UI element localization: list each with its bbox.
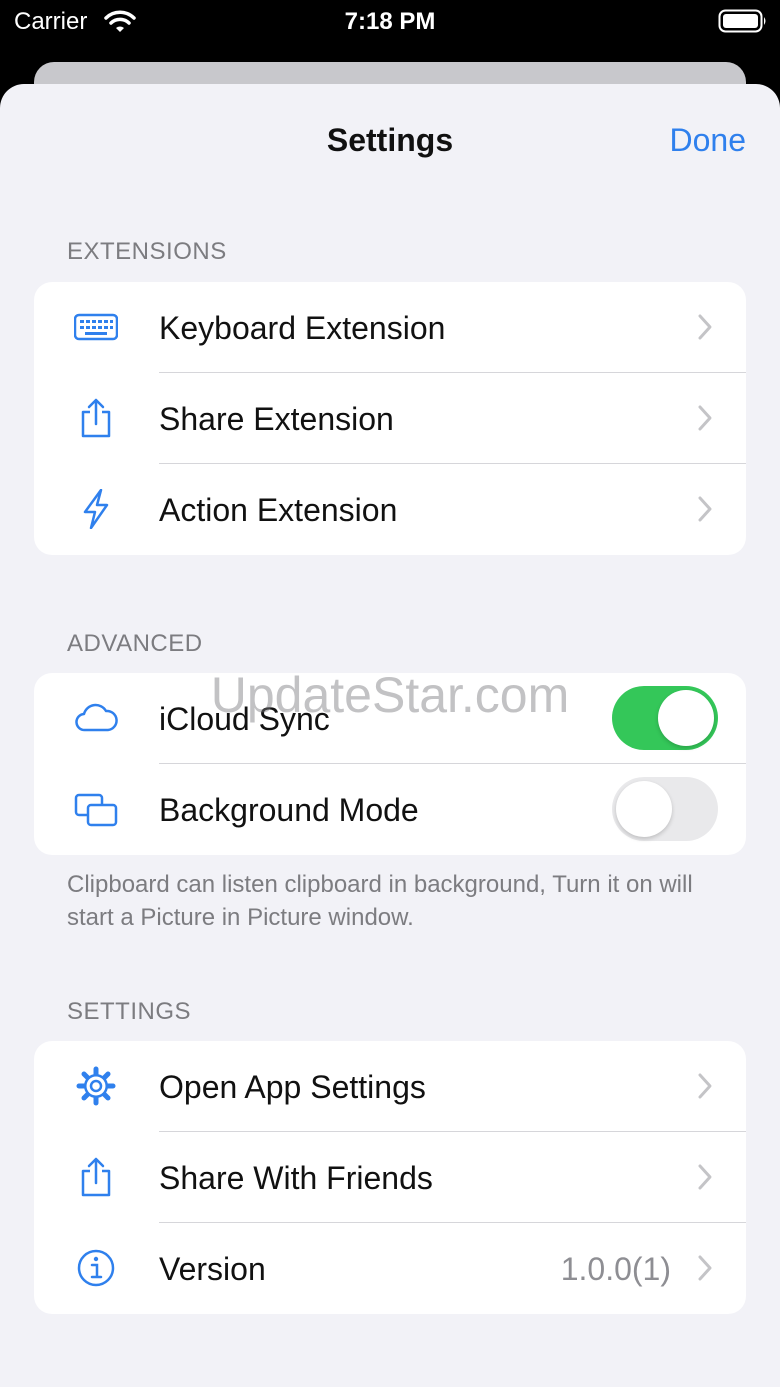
row-version[interactable]: Version 1.0.0(1) bbox=[34, 1223, 746, 1314]
extensions-group: Keyboard Extension Share Extension Actio… bbox=[34, 282, 746, 555]
row-keyboard-extension[interactable]: Keyboard Extension bbox=[34, 282, 746, 373]
status-bar: Carrier 7:18 PM bbox=[0, 0, 780, 48]
icloud-sync-toggle[interactable] bbox=[612, 686, 718, 750]
row-share-with-friends[interactable]: Share With Friends bbox=[34, 1132, 746, 1223]
info-icon bbox=[77, 1249, 115, 1287]
chevron-right-icon bbox=[698, 1164, 712, 1190]
row-label: Keyboard Extension bbox=[159, 310, 446, 346]
status-time: 7:18 PM bbox=[344, 8, 436, 35]
toggle-knob bbox=[658, 690, 714, 746]
row-label: Version bbox=[159, 1251, 266, 1287]
settings-sheet: Settings Done EXTENSIONS Keyboard Extens… bbox=[0, 84, 780, 1387]
row-label: Background Mode bbox=[159, 792, 419, 828]
chevron-right-icon bbox=[698, 405, 712, 431]
section-header-settings: SETTINGS bbox=[67, 998, 192, 1025]
bolt-icon bbox=[83, 489, 109, 529]
share-icon bbox=[81, 398, 111, 438]
row-icloud-sync: iCloud Sync bbox=[34, 673, 746, 764]
row-label: Share With Friends bbox=[159, 1160, 433, 1196]
page-title: Settings bbox=[326, 122, 454, 158]
version-value: 1.0.0(1) bbox=[560, 1251, 671, 1287]
row-label: Open App Settings bbox=[159, 1069, 426, 1105]
battery-icon bbox=[718, 9, 766, 33]
row-label: Action Extension bbox=[159, 492, 398, 528]
row-share-extension[interactable]: Share Extension bbox=[34, 373, 746, 464]
section-header-extensions: EXTENSIONS bbox=[67, 238, 227, 265]
chevron-right-icon bbox=[698, 496, 712, 522]
gear-icon bbox=[76, 1066, 116, 1106]
keyboard-icon bbox=[74, 313, 118, 341]
row-label: Share Extension bbox=[159, 401, 394, 437]
row-label: iCloud Sync bbox=[159, 701, 330, 737]
share-icon bbox=[81, 1157, 111, 1197]
chevron-right-icon bbox=[698, 1255, 712, 1281]
chevron-right-icon bbox=[698, 1073, 712, 1099]
background-mode-toggle[interactable] bbox=[612, 777, 718, 841]
row-open-app-settings[interactable]: Open App Settings bbox=[34, 1041, 746, 1132]
cloud-icon bbox=[75, 703, 118, 732]
windows-icon bbox=[74, 793, 118, 827]
advanced-footer-note: Clipboard can listen clipboard in backgr… bbox=[67, 871, 693, 931]
done-button[interactable]: Done bbox=[670, 122, 747, 159]
row-background-mode: Background Mode bbox=[34, 764, 746, 855]
advanced-group: iCloud Sync Background Mode bbox=[34, 673, 746, 855]
settings-group: Open App Settings Share With Friends Ver… bbox=[34, 1041, 746, 1314]
row-action-extension[interactable]: Action Extension bbox=[34, 464, 746, 555]
chevron-right-icon bbox=[698, 314, 712, 340]
section-header-advanced: ADVANCED bbox=[67, 630, 203, 657]
toggle-knob bbox=[616, 781, 672, 837]
